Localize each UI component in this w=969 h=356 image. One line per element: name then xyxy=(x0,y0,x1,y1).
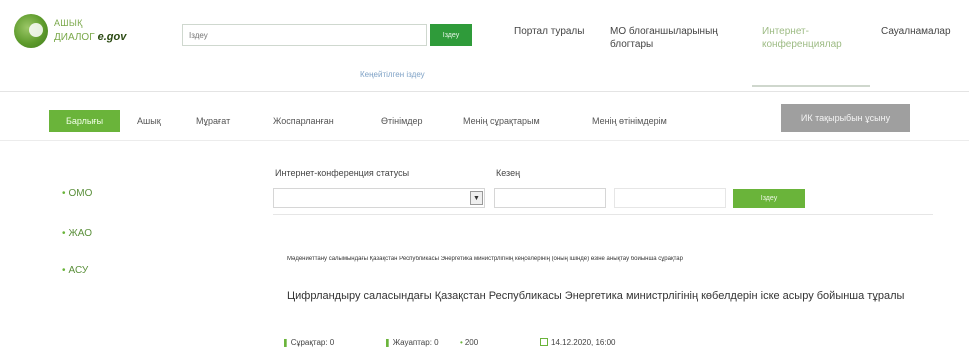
status-filter-label: Интернет-конференция статусы xyxy=(275,168,410,178)
bullet-icon: • xyxy=(62,188,66,199)
filter-search-button[interactable]: Іздеу xyxy=(733,189,805,208)
item-category-text: Мәдениеттану салымындағы Қазақстан Респу… xyxy=(287,256,683,262)
tab-planned[interactable]: Жоспарланған xyxy=(273,110,334,132)
active-nav-underline xyxy=(752,85,870,87)
tab-open[interactable]: Ашық xyxy=(137,110,161,132)
meta-questions: ❚ Сұрақтар: 0 xyxy=(282,338,334,347)
propose-topic-button[interactable]: ИК тақырыбын ұсыну xyxy=(781,104,910,132)
sidebar-item-label: ЖАО xyxy=(68,228,92,239)
search-button[interactable]: Іздеу xyxy=(430,24,472,46)
sidebar-item-label: ОМО xyxy=(68,188,93,199)
answer-icon: ❚ xyxy=(384,338,391,347)
header-divider xyxy=(0,91,969,92)
advanced-search-link[interactable]: Кеңейтілген іздеу xyxy=(360,70,425,79)
tab-my-questions[interactable]: Менің сұрақтарым xyxy=(463,110,540,132)
meta-date: 14.12.2020, 16:00 xyxy=(540,338,616,347)
meta-views-text: 200 xyxy=(464,338,479,347)
meta-answers-text: Жауаптар: 0 xyxy=(392,338,439,347)
filter-divider xyxy=(273,214,933,215)
item-title[interactable]: Цифрландыру саласындағы Қазақстан Респуб… xyxy=(287,289,927,304)
meta-views: • 200 xyxy=(460,338,478,347)
sidebar-item-omo[interactable]: • ОМО xyxy=(62,188,92,199)
egov-logo[interactable]: АШЫҚ ДИАЛОГ e.gov xyxy=(14,14,154,54)
sidebar-item-zhao[interactable]: • ЖАО xyxy=(62,228,92,239)
status-select[interactable]: ▼ xyxy=(273,188,485,208)
tab-requests[interactable]: Өтінімдер xyxy=(381,110,423,132)
tab-my-requests[interactable]: Менің өтінімдерім xyxy=(592,110,667,132)
logo-line2-text: ДИАЛОГ xyxy=(54,32,95,43)
calendar-icon xyxy=(540,338,548,346)
chevron-down-icon[interactable]: ▼ xyxy=(470,191,483,205)
meta-answers: ❚ Жауаптар: 0 xyxy=(384,338,439,347)
bullet-icon: • xyxy=(62,265,66,276)
meta-date-text: 14.12.2020, 16:00 xyxy=(551,338,616,347)
period-filter-label: Кезең xyxy=(496,168,521,178)
nav-blogs[interactable]: МО блоганшыларының блогтары xyxy=(610,25,735,51)
nav-internet-conferences[interactable]: Интернет-конференциялар xyxy=(762,25,872,51)
date-to-field[interactable] xyxy=(614,188,726,208)
tabs-divider xyxy=(0,140,969,141)
question-icon: ❚ xyxy=(282,338,289,347)
meta-questions-text: Сұрақтар: 0 xyxy=(290,338,335,347)
logo-line2: ДИАЛОГ e.gov xyxy=(54,31,126,43)
tab-archive[interactable]: Мұрағат xyxy=(196,110,230,132)
sidebar-item-asu[interactable]: • АСУ xyxy=(62,265,88,276)
views-icon: • xyxy=(460,338,463,347)
search-input[interactable] xyxy=(182,24,427,46)
nav-surveys[interactable]: Сауалнамалар xyxy=(881,25,951,38)
logo-mark-icon xyxy=(14,14,48,48)
nav-about-portal[interactable]: Портал туралы xyxy=(514,25,584,38)
tab-all[interactable]: Барлығы xyxy=(49,110,120,132)
bullet-icon: • xyxy=(62,228,66,239)
logo-egov: e.gov xyxy=(97,31,127,43)
logo-line1: АШЫҚ xyxy=(54,18,83,28)
date-from-field[interactable] xyxy=(494,188,606,208)
sidebar-item-label: АСУ xyxy=(68,265,89,276)
